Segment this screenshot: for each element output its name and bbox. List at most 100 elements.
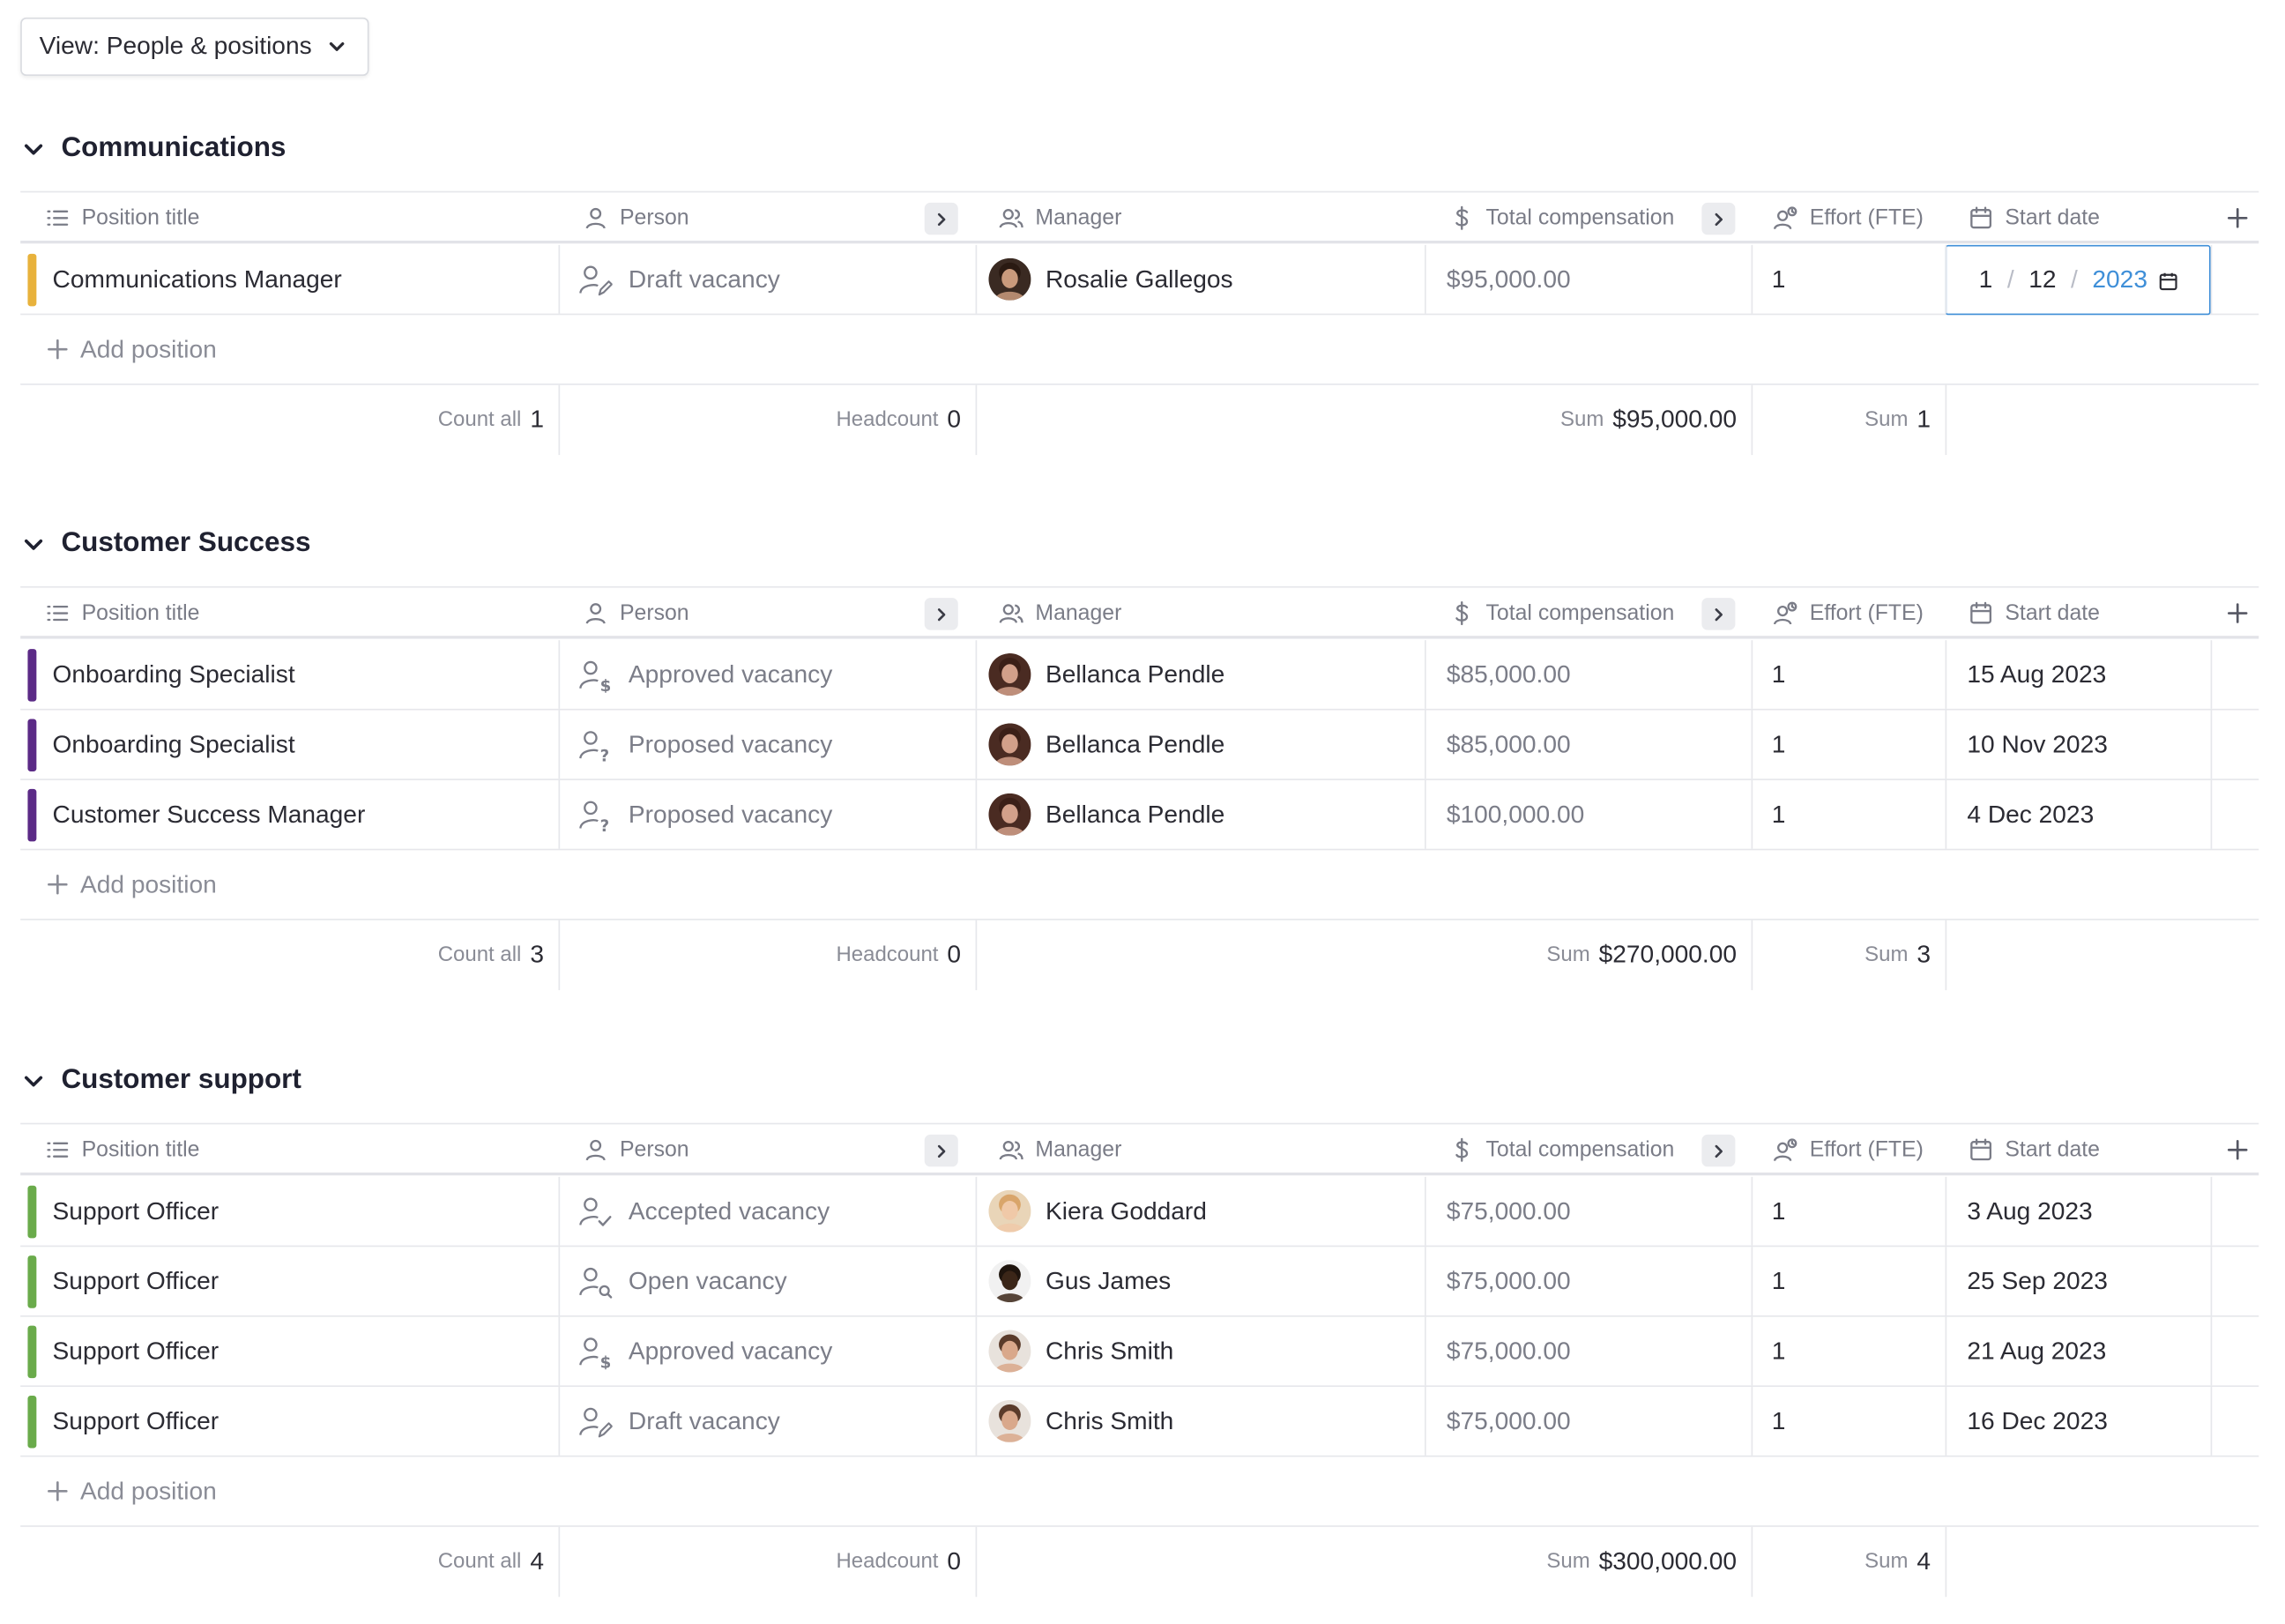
total-compensation-cell[interactable]: $95,000.00: [1447, 245, 1571, 314]
compensation-sum-summary[interactable]: Sum $95,000.00: [1425, 385, 1752, 455]
person-cell[interactable]: Open vacancy: [577, 1247, 787, 1315]
effort-sum-summary[interactable]: Sum 3: [1752, 920, 1946, 990]
headcount-summary[interactable]: Headcount 0: [559, 385, 976, 455]
manager-cell[interactable]: Chris Smith: [988, 1387, 1173, 1456]
column-header-start-date[interactable]: Start date: [1969, 588, 2100, 637]
expand-compensation-column-button[interactable]: [1701, 1134, 1736, 1167]
start-date-cell[interactable]: 10 Nov 2023: [1967, 711, 2107, 779]
total-compensation-cell[interactable]: $85,000.00: [1447, 640, 1571, 709]
column-header-start-date[interactable]: Start date: [1969, 1124, 2100, 1173]
effort-cell[interactable]: 1: [1772, 640, 1786, 709]
compensation-sum-summary[interactable]: Sum $300,000.00: [1425, 1527, 1752, 1597]
column-header-total-compensation[interactable]: Total compensation: [1449, 1124, 1674, 1173]
position-title-cell[interactable]: Onboarding Specialist: [53, 640, 295, 709]
expand-compensation-column-button[interactable]: [1701, 598, 1736, 630]
total-compensation-cell[interactable]: $75,000.00: [1447, 1247, 1571, 1315]
group-header[interactable]: Customer Success: [20, 522, 310, 566]
effort-sum-summary[interactable]: Sum 4: [1752, 1527, 1946, 1597]
date-year-segment[interactable]: 2023: [2092, 265, 2147, 294]
total-compensation-cell[interactable]: $75,000.00: [1447, 1387, 1571, 1456]
manager-cell[interactable]: Bellanca Pendle: [988, 640, 1224, 709]
column-header-total-compensation[interactable]: Total compensation: [1449, 192, 1674, 242]
manager-cell[interactable]: Bellanca Pendle: [988, 780, 1224, 849]
start-date-cell[interactable]: 16 Dec 2023: [1967, 1387, 2107, 1456]
table-row[interactable]: Onboarding Specialist? Proposed vacancy Be…: [20, 710, 2259, 780]
table-row[interactable]: Onboarding Specialist $ Approved vacancy Be…: [20, 640, 2259, 711]
column-header-position-title[interactable]: Position title: [45, 192, 199, 242]
position-title-cell[interactable]: Customer Success Manager: [53, 780, 366, 849]
view-selector-button[interactable]: View: People & positions: [20, 17, 369, 77]
add-position-button[interactable]: Add position: [20, 315, 2259, 385]
column-header-person[interactable]: Person: [584, 1124, 689, 1173]
column-header-effort[interactable]: Effort (FTE): [1773, 1124, 1924, 1173]
start-date-cell[interactable]: 21 Aug 2023: [1967, 1317, 2106, 1386]
chevron-down-icon[interactable]: [20, 136, 47, 162]
date-month-segment[interactable]: 12: [2028, 265, 2056, 294]
start-date-cell[interactable]: 25 Sep 2023: [1967, 1247, 2107, 1315]
manager-cell[interactable]: Bellanca Pendle: [988, 711, 1224, 779]
total-compensation-cell[interactable]: $75,000.00: [1447, 1317, 1571, 1386]
effort-cell[interactable]: 1: [1772, 780, 1786, 849]
expand-compensation-column-button[interactable]: [1701, 202, 1736, 235]
start-date-cell[interactable]: 4 Dec 2023: [1967, 780, 2094, 849]
table-row[interactable]: Support Officer Open vacancy Gus James $75,…: [20, 1247, 2259, 1317]
person-cell[interactable]: ? Proposed vacancy: [577, 780, 832, 849]
effort-cell[interactable]: 1: [1772, 1247, 1786, 1315]
headcount-summary[interactable]: Headcount 0: [559, 920, 976, 990]
table-row[interactable]: Support Officer Accepted vacancy Kiera God…: [20, 1176, 2259, 1248]
position-title-cell[interactable]: Support Officer: [53, 1317, 220, 1386]
effort-cell[interactable]: 1: [1772, 711, 1786, 779]
count-all-summary[interactable]: Count all 4: [20, 1527, 558, 1597]
effort-sum-summary[interactable]: Sum 1: [1752, 385, 1946, 455]
calendar-icon[interactable]: [2158, 270, 2178, 291]
column-header-manager[interactable]: Manager: [999, 588, 1121, 637]
add-column-button[interactable]: [2222, 203, 2252, 232]
position-title-cell[interactable]: Support Officer: [53, 1387, 220, 1456]
column-header-manager[interactable]: Manager: [999, 192, 1121, 242]
person-cell[interactable]: Accepted vacancy: [577, 1177, 830, 1246]
add-position-button[interactable]: Add position: [20, 850, 2259, 920]
position-title-cell[interactable]: Communications Manager: [53, 245, 342, 314]
person-cell[interactable]: $ Approved vacancy: [577, 640, 832, 709]
headcount-summary[interactable]: Headcount 0: [559, 1527, 976, 1597]
group-header[interactable]: Customer support: [20, 1059, 301, 1103]
column-header-position-title[interactable]: Position title: [45, 1124, 199, 1173]
start-date-cell[interactable]: 3 Aug 2023: [1967, 1177, 2092, 1246]
effort-cell[interactable]: 1: [1772, 1387, 1786, 1456]
chevron-down-icon[interactable]: [20, 1068, 47, 1094]
column-header-position-title[interactable]: Position title: [45, 588, 199, 637]
total-compensation-cell[interactable]: $100,000.00: [1447, 780, 1584, 849]
position-title-cell[interactable]: Support Officer: [53, 1247, 220, 1315]
expand-person-column-button[interactable]: [924, 202, 958, 235]
expand-person-column-button[interactable]: [924, 598, 958, 630]
column-header-total-compensation[interactable]: Total compensation: [1449, 588, 1674, 637]
add-position-button[interactable]: Add position: [20, 1456, 2259, 1527]
table-row[interactable]: Support Officer $ Approved vacancy Chris Sm…: [20, 1316, 2259, 1388]
effort-cell[interactable]: 1: [1772, 1177, 1786, 1246]
total-compensation-cell[interactable]: $75,000.00: [1447, 1177, 1571, 1246]
table-row[interactable]: Support Officer Draft vacancy Chris Smith $…: [20, 1387, 2259, 1457]
column-header-effort[interactable]: Effort (FTE): [1773, 192, 1924, 242]
expand-person-column-button[interactable]: [924, 1134, 958, 1167]
person-cell[interactable]: Draft vacancy: [577, 245, 780, 314]
chevron-down-icon[interactable]: [20, 531, 47, 557]
effort-cell[interactable]: 1: [1772, 245, 1786, 314]
manager-cell[interactable]: Gus James: [988, 1247, 1171, 1315]
manager-cell[interactable]: Chris Smith: [988, 1317, 1173, 1386]
total-compensation-cell[interactable]: $85,000.00: [1447, 711, 1571, 779]
table-row[interactable]: Customer Success Manager ? Proposed vacanc…: [20, 779, 2259, 851]
column-header-manager[interactable]: Manager: [999, 1124, 1121, 1173]
column-header-person[interactable]: Person: [584, 588, 689, 637]
person-cell[interactable]: $ Approved vacancy: [577, 1317, 832, 1386]
add-column-button[interactable]: [2222, 598, 2252, 627]
person-cell[interactable]: Draft vacancy: [577, 1387, 780, 1456]
start-date-cell[interactable]: 15 Aug 2023: [1967, 640, 2106, 709]
effort-cell[interactable]: 1: [1772, 1317, 1786, 1386]
count-all-summary[interactable]: Count all 3: [20, 920, 558, 990]
position-title-cell[interactable]: Support Officer: [53, 1177, 220, 1246]
table-row[interactable]: Communications Manager Draft vacancy Rosal…: [20, 244, 2259, 316]
position-title-cell[interactable]: Onboarding Specialist: [53, 711, 295, 779]
compensation-sum-summary[interactable]: Sum $270,000.00: [1425, 920, 1752, 990]
add-column-button[interactable]: [2222, 1135, 2252, 1164]
group-header[interactable]: Communications: [20, 127, 286, 171]
